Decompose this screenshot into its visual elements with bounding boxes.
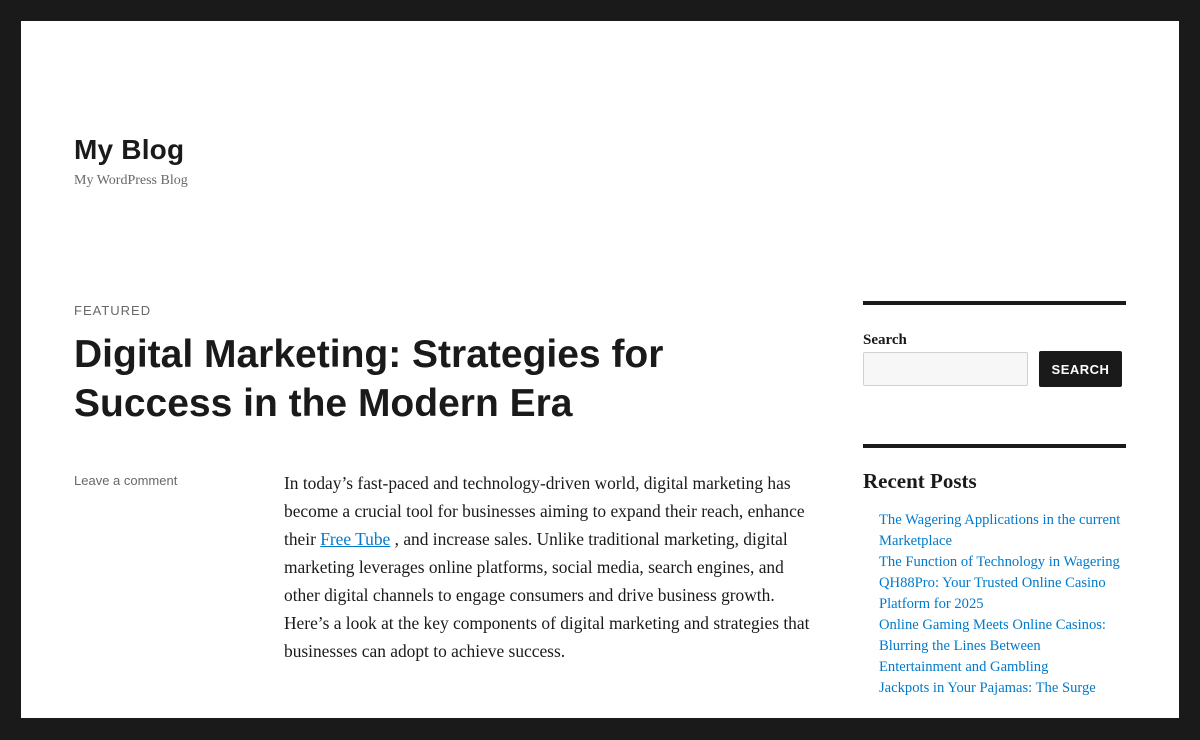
recent-posts-list: The Wagering Applications in the current… (863, 510, 1126, 699)
recent-post-link[interactable]: QH88Pro: Your Trusted Online Casino Plat… (879, 575, 1106, 612)
entry-footer: Leave a comment (74, 473, 177, 488)
page: My Blog My WordPress Blog FEATURED Digit… (21, 21, 1179, 718)
recent-post-link[interactable]: Jackpots in Your Pajamas: The Surge (879, 680, 1096, 696)
sidebar: Search SEARCH Recent Posts The Wagering … (863, 301, 1126, 699)
site-title-link[interactable]: My Blog (74, 133, 188, 167)
post-title-link[interactable]: Digital Marketing: Strategies for Succes… (74, 333, 663, 425)
post-content: In today’s fast-paced and technology-dri… (284, 469, 819, 665)
recent-posts-title: Recent Posts (863, 469, 977, 493)
recent-post-link[interactable]: The Function of Technology in Wagering (879, 554, 1120, 570)
list-item: QH88Pro: Your Trusted Online Casino Plat… (879, 573, 1126, 615)
featured-label: FEATURED (74, 303, 152, 318)
list-item: The Wagering Applications in the current… (879, 510, 1126, 552)
recent-post-link[interactable]: The Wagering Applications in the current… (879, 512, 1120, 549)
post-title: Digital Marketing: Strategies for Succes… (74, 330, 819, 428)
recent-post-link[interactable]: Online Gaming Meets Online Casinos: Blur… (879, 617, 1106, 675)
search-button[interactable]: SEARCH (1039, 351, 1122, 387)
search-label: Search (863, 332, 907, 348)
search-input[interactable] (863, 352, 1028, 386)
site-description: My WordPress Blog (74, 173, 188, 188)
search-form: SEARCH (863, 351, 1126, 387)
site-header: My Blog My WordPress Blog (74, 133, 188, 191)
post-paragraph: In today’s fast-paced and technology-dri… (284, 469, 819, 665)
free-tube-link[interactable]: Free Tube (320, 529, 390, 549)
list-item: The Function of Technology in Wagering (879, 552, 1126, 573)
search-widget: Search SEARCH (863, 301, 1126, 387)
list-item: Online Gaming Meets Online Casinos: Blur… (879, 615, 1126, 678)
recent-posts-widget: Recent Posts The Wagering Applications i… (863, 444, 1126, 699)
leave-comment-link[interactable]: Leave a comment (74, 473, 177, 488)
list-item: Jackpots in Your Pajamas: The Surge (879, 678, 1126, 699)
featured-post: FEATURED Digital Marketing: Strategies f… (74, 302, 819, 428)
